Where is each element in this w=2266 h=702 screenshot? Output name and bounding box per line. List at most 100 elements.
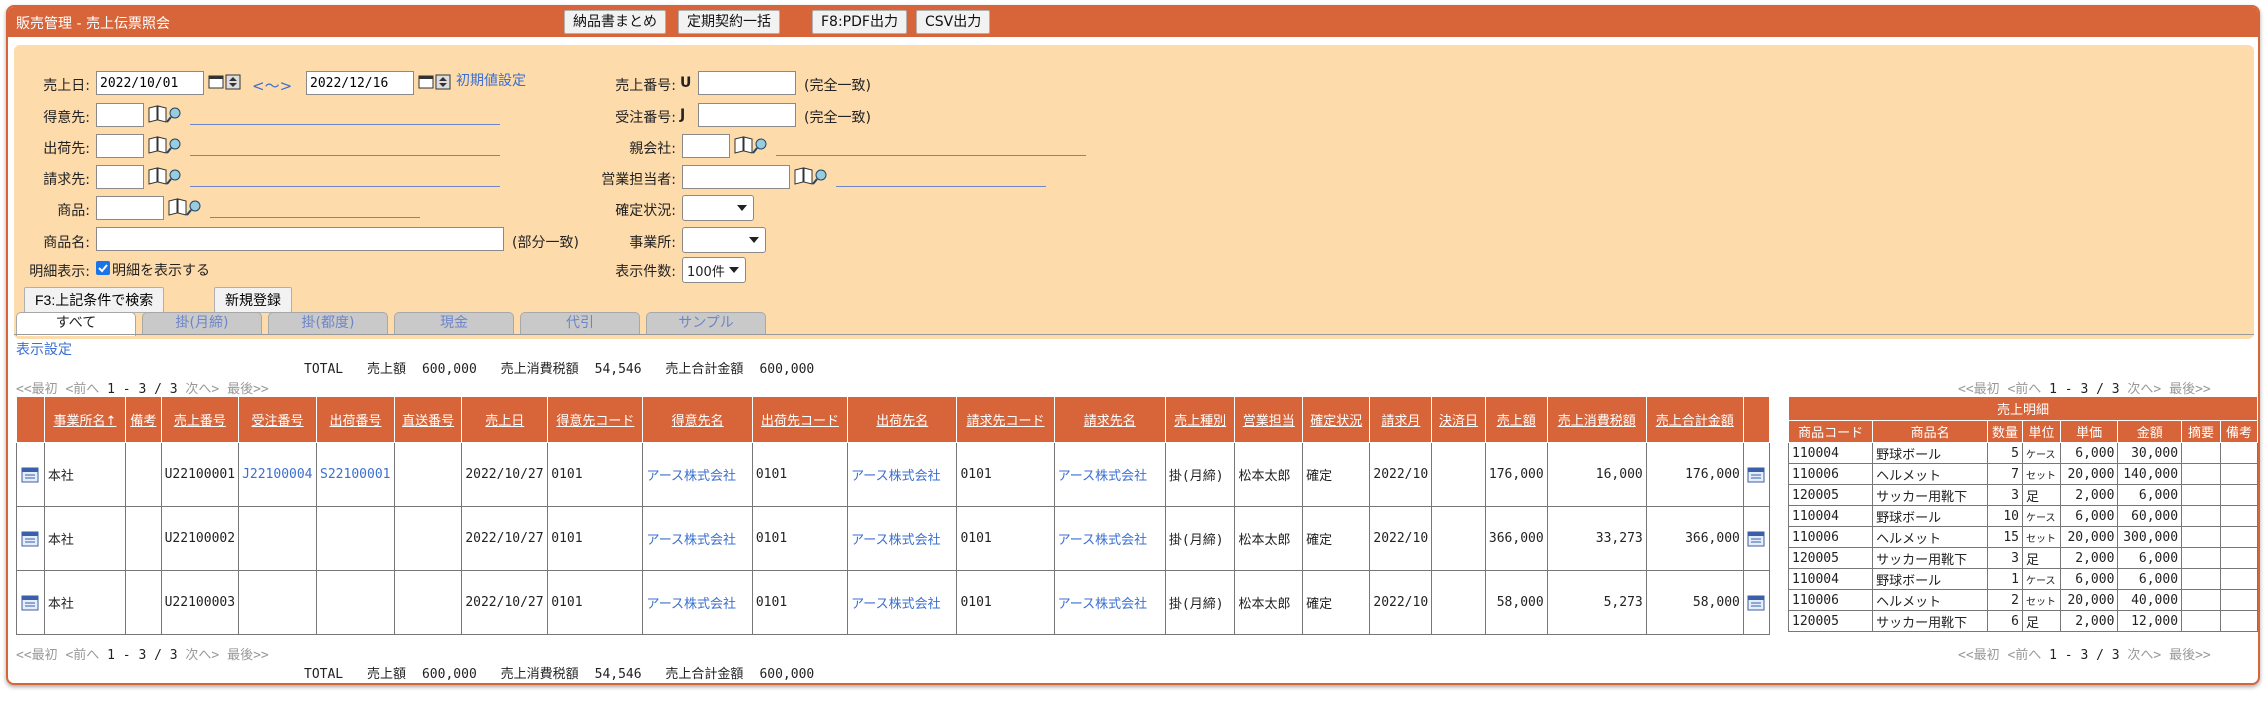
row-doc-icon[interactable] [16, 570, 45, 635]
book-search-icon[interactable] [794, 167, 827, 185]
pager-prev[interactable]: <前へ [2007, 648, 2041, 663]
pdf-export-button[interactable]: F8:PDF出力 [812, 10, 907, 34]
cell-ship-name-link[interactable]: アース株式会社 [847, 570, 958, 635]
col-ship-code[interactable]: 出荷先コード [751, 396, 849, 443]
book-search-icon[interactable] [148, 105, 181, 123]
display-settings-link[interactable]: 表示設定 [16, 339, 72, 359]
calendar-icon[interactable] [208, 73, 241, 90]
col-ship-no[interactable]: 出荷番号 [316, 396, 395, 443]
pager-last[interactable]: 最後>> [2169, 382, 2211, 397]
pager-last[interactable]: 最後>> [2169, 648, 2211, 663]
book-search-icon[interactable] [148, 136, 181, 154]
product-input[interactable] [96, 196, 164, 220]
pager-first[interactable]: <<最初 [1958, 648, 2000, 663]
pager-first[interactable]: <<最初 [16, 382, 58, 397]
customer-input[interactable] [96, 103, 144, 127]
cell-order-no-link[interactable]: J22100004 [238, 442, 318, 507]
col-ship-name[interactable]: 出荷先名 [847, 396, 958, 443]
ship-to-input[interactable] [96, 134, 144, 158]
order-no-input[interactable] [698, 103, 796, 127]
reset-defaults-link[interactable]: 初期値設定 [456, 70, 526, 90]
pager-prev[interactable]: <前へ [65, 648, 99, 663]
csv-export-button[interactable]: CSV出力 [916, 10, 991, 34]
row-detail-icon[interactable] [1742, 442, 1771, 507]
sales-no-input[interactable] [698, 71, 796, 95]
periodic-contract-batch-button[interactable]: 定期契約一括 [678, 10, 780, 34]
detail-display-checkbox[interactable] [96, 261, 110, 275]
product-name-input[interactable] [96, 227, 504, 251]
col-customer-code[interactable]: 得意先コード [547, 396, 644, 443]
cell-customer-name-link[interactable]: アース株式会社 [642, 570, 753, 635]
col-customer-name[interactable]: 得意先名 [642, 396, 753, 443]
tab-cash[interactable]: 現金 [394, 312, 514, 334]
pager-first[interactable]: <<最初 [1958, 382, 2000, 397]
col-note[interactable]: 備考 [125, 396, 162, 443]
col-office[interactable]: 事業所名↑ [43, 396, 127, 443]
pager-next[interactable]: 次へ> [2127, 648, 2161, 663]
cell-order-no-link[interactable] [238, 506, 318, 571]
cell-ship-name-link[interactable]: アース株式会社 [847, 442, 958, 507]
row-doc-icon[interactable] [16, 442, 45, 507]
pager-first[interactable]: <<最初 [16, 648, 58, 663]
col-sales-type[interactable]: 売上種別 [1164, 396, 1236, 443]
calendar-icon[interactable] [418, 73, 451, 90]
table-row[interactable]: 本社 U22100001 J22100004 S22100001 2022/10… [16, 442, 1771, 507]
col-sales-no[interactable]: 売上番号 [160, 396, 240, 443]
cell-bill-name-link[interactable]: アース株式会社 [1053, 570, 1166, 635]
col-bill-month[interactable]: 請求月 [1369, 396, 1433, 443]
pager-next[interactable]: 次へ> [185, 382, 219, 397]
cell-ship-no-link[interactable]: S22100001 [316, 442, 395, 507]
col-settle-date[interactable]: 決済日 [1431, 396, 1486, 443]
cell-customer-name-link[interactable]: アース株式会社 [642, 506, 753, 571]
row-detail-icon[interactable] [1742, 570, 1771, 635]
col-amount[interactable]: 売上額 [1484, 396, 1548, 443]
pager-last[interactable]: 最後>> [227, 648, 269, 663]
col-tax[interactable]: 売上消費税額 [1546, 396, 1647, 443]
page-size-select[interactable]: 100件 [682, 257, 746, 283]
date-from-input[interactable] [96, 71, 204, 95]
col-bill-name[interactable]: 請求先名 [1053, 396, 1166, 443]
delivery-note-summary-button[interactable]: 納品書まとめ [564, 10, 666, 34]
row-doc-icon[interactable] [16, 506, 45, 571]
tab-sample[interactable]: サンプル [646, 312, 766, 334]
pager-prev[interactable]: <前へ [65, 382, 99, 397]
tab-credit-each[interactable]: 掛(都度) [268, 312, 388, 334]
col-sales-date[interactable]: 売上日 [461, 396, 549, 443]
detail-display-checkbox-label[interactable]: 明細を表示する [112, 260, 210, 280]
pager-last[interactable]: 最後>> [227, 382, 269, 397]
book-search-icon[interactable] [168, 198, 201, 216]
col-order-no[interactable]: 受注番号 [238, 396, 318, 443]
cell-bill-name-link[interactable]: アース株式会社 [1053, 506, 1166, 571]
tab-cod[interactable]: 代引 [520, 312, 640, 334]
confirm-status-select[interactable] [682, 195, 754, 221]
col-confirm-status[interactable]: 確定状況 [1302, 396, 1371, 443]
book-search-icon[interactable] [148, 167, 181, 185]
table-row[interactable]: 本社 U22100003 2022/10/27 0101 アース株式会社 010… [16, 570, 1771, 635]
tab-all[interactable]: すべて [16, 312, 136, 336]
col-bill-code[interactable]: 請求先コード [956, 396, 1055, 443]
parent-company-input[interactable] [682, 134, 730, 158]
book-search-icon[interactable] [734, 136, 767, 154]
col-sales-rep[interactable]: 営業担当 [1234, 396, 1304, 443]
col-total[interactable]: 売上合計金額 [1645, 396, 1744, 443]
row-detail-icon[interactable] [1742, 506, 1771, 571]
sales-rep-input[interactable] [682, 165, 790, 189]
search-button[interactable]: F3:上記条件で検索 [24, 287, 165, 313]
cell-order-no-link[interactable] [238, 570, 318, 635]
pager-prev[interactable]: <前へ [2007, 382, 2041, 397]
pager-next[interactable]: 次へ> [185, 648, 219, 663]
cell-ship-name-link[interactable]: アース株式会社 [847, 506, 958, 571]
pager-next[interactable]: 次へ> [2127, 382, 2161, 397]
col-direct-no[interactable]: 直送番号 [393, 396, 463, 443]
cell-customer-name-link[interactable]: アース株式会社 [642, 442, 753, 507]
detail-cell-summary [2181, 526, 2222, 548]
table-row[interactable]: 本社 U22100002 2022/10/27 0101 アース株式会社 010… [16, 506, 1771, 571]
cell-bill-name-link[interactable]: アース株式会社 [1053, 442, 1166, 507]
tab-credit-monthly[interactable]: 掛(月締) [142, 312, 262, 334]
bill-to-input[interactable] [96, 165, 144, 189]
date-to-input[interactable] [306, 71, 414, 95]
office-select[interactable] [682, 227, 766, 253]
cell-ship-no-link[interactable] [316, 570, 395, 635]
new-entry-button[interactable]: 新規登録 [214, 287, 292, 313]
cell-ship-no-link[interactable] [316, 506, 395, 571]
